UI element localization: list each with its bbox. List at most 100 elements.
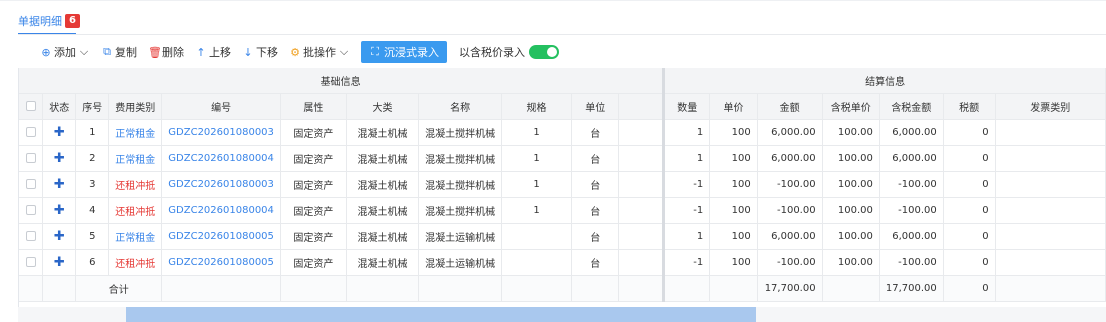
row-checkbox-cell[interactable] bbox=[19, 223, 44, 250]
row-tax: 0 bbox=[943, 145, 996, 172]
row-tax-amount: 6,000.00 bbox=[879, 145, 944, 172]
row-qty: 1 bbox=[663, 223, 711, 250]
row-category: 混凝土机械 bbox=[346, 145, 420, 172]
row-attribute: 固定资产 bbox=[280, 223, 347, 250]
row-status-cell[interactable]: ✚ bbox=[42, 197, 77, 224]
summary-cell bbox=[618, 275, 666, 302]
row-spec bbox=[501, 223, 572, 250]
row-checkbox[interactable] bbox=[25, 230, 36, 241]
row-attribute: 固定资产 bbox=[280, 197, 347, 224]
summary-cell bbox=[42, 275, 77, 302]
row-status-cell[interactable]: ✚ bbox=[42, 145, 77, 172]
plus-icon[interactable]: ✚ bbox=[54, 203, 65, 218]
row-checkbox[interactable] bbox=[25, 178, 36, 189]
table-row[interactable]: ✚ 2 正常租金 GDZC202601080004 固定资产 混凝土机械 混凝土搅拌机械 1 台… bbox=[19, 145, 1106, 172]
select-all-checkbox[interactable] bbox=[25, 100, 36, 111]
col-category: 大类 bbox=[346, 93, 420, 120]
move-down-button[interactable]: ↓ 下移 bbox=[242, 44, 278, 60]
plus-icon[interactable]: ✚ bbox=[54, 229, 65, 244]
add-label: 添加 bbox=[54, 46, 76, 59]
table-row[interactable]: ✚ 5 正常租金 GDZC202601080005 固定资产 混凝土机械 混凝土运输机械 台 1… bbox=[19, 223, 1106, 250]
summary-amount: 17,700.00 bbox=[757, 275, 823, 302]
row-qty: -1 bbox=[663, 197, 711, 224]
batch-operation-button[interactable]: ⚙ 批操作 ⌵ bbox=[289, 44, 350, 60]
tax-price-toggle[interactable] bbox=[529, 45, 559, 59]
row-blank bbox=[618, 249, 666, 276]
row-status-cell[interactable]: ✚ bbox=[42, 171, 77, 198]
immersive-entry-button[interactable]: ⛶ 沉浸式录入 bbox=[361, 41, 447, 63]
move-up-button[interactable]: ↑ 上移 bbox=[195, 44, 231, 60]
select-all-header[interactable] bbox=[19, 93, 44, 120]
tab-document-details[interactable]: 单据明细 6 bbox=[18, 8, 80, 34]
row-price: 100 bbox=[709, 145, 758, 172]
row-price: 100 bbox=[709, 119, 758, 146]
row-unit: 台 bbox=[571, 249, 620, 276]
plus-icon[interactable]: ✚ bbox=[54, 125, 65, 140]
plus-icon[interactable]: ✚ bbox=[54, 151, 65, 166]
row-tax: 0 bbox=[943, 223, 996, 250]
col-status: 状态 bbox=[42, 93, 77, 120]
row-code-link[interactable]: GDZC202601080004 bbox=[161, 197, 281, 224]
group-basic-info: 基础信息 bbox=[19, 68, 666, 94]
row-invoice-type bbox=[995, 249, 1106, 276]
row-amount: 6,000.00 bbox=[757, 119, 823, 146]
delete-button[interactable]: 🗑 删除 bbox=[148, 44, 184, 60]
row-checkbox-cell[interactable] bbox=[19, 119, 44, 146]
detail-table-grid: 基础信息 结算信息 状态 序号 费用类别 编号 属性 大类 名称 规格 单位 数… bbox=[19, 68, 1106, 302]
table-row[interactable]: ✚ 3 还租冲抵 GDZC202601080003 固定资产 混凝土机械 混凝土搅拌机械 1 台… bbox=[19, 171, 1106, 198]
summary-cell bbox=[709, 275, 758, 302]
row-tax-price: 100.00 bbox=[822, 119, 880, 146]
col-amount: 金额 bbox=[757, 93, 823, 120]
row-fee-type: 还租冲抵 bbox=[108, 249, 163, 276]
row-qty: 1 bbox=[663, 145, 711, 172]
col-code: 编号 bbox=[161, 93, 281, 120]
horizontal-scrollbar[interactable] bbox=[18, 307, 1106, 322]
row-spec: 1 bbox=[501, 119, 572, 146]
immersive-label: 沉浸式录入 bbox=[384, 46, 439, 59]
summary-row: 合计 17,700.00 17,700.00 0 bbox=[19, 275, 1106, 302]
row-seq: 2 bbox=[75, 145, 110, 172]
table-row[interactable]: ✚ 4 还租冲抵 GDZC202601080004 固定资产 混凝土机械 混凝土搅拌机械 1 台… bbox=[19, 197, 1106, 224]
row-qty: -1 bbox=[663, 171, 711, 198]
row-tax-price: 100.00 bbox=[822, 145, 880, 172]
tab-count-badge: 6 bbox=[65, 14, 80, 28]
expand-icon: ⛶ bbox=[371, 45, 379, 58]
row-blank bbox=[618, 119, 666, 146]
row-checkbox[interactable] bbox=[25, 126, 36, 137]
row-code-link[interactable]: GDZC202601080003 bbox=[161, 119, 281, 146]
row-code-link[interactable]: GDZC202601080005 bbox=[161, 223, 281, 250]
row-status-cell[interactable]: ✚ bbox=[42, 119, 77, 146]
copy-button[interactable]: ⧉ 复制 bbox=[101, 44, 137, 60]
row-amount: 6,000.00 bbox=[757, 145, 823, 172]
add-button[interactable]: ⊕ 添加 ⌵ bbox=[40, 44, 90, 60]
row-amount: -100.00 bbox=[757, 171, 823, 198]
row-attribute: 固定资产 bbox=[280, 249, 347, 276]
row-status-cell[interactable]: ✚ bbox=[42, 223, 77, 250]
row-checkbox[interactable] bbox=[25, 256, 36, 267]
row-checkbox[interactable] bbox=[25, 152, 36, 163]
row-checkbox-cell[interactable] bbox=[19, 171, 44, 198]
scrollbar-thumb[interactable] bbox=[126, 307, 756, 322]
plus-icon[interactable]: ✚ bbox=[54, 177, 65, 192]
row-tax-price: 100.00 bbox=[822, 223, 880, 250]
row-code-link[interactable]: GDZC202601080005 bbox=[161, 249, 281, 276]
table-row[interactable]: ✚ 1 正常租金 GDZC202601080003 固定资产 混凝土机械 混凝土搅拌机械 1 台… bbox=[19, 119, 1106, 146]
plus-icon[interactable]: ✚ bbox=[54, 255, 65, 270]
row-tax-price: 100.00 bbox=[822, 249, 880, 276]
tax-toggle-label: 以含税价录入 bbox=[459, 46, 525, 59]
row-checkbox-cell[interactable] bbox=[19, 197, 44, 224]
row-checkbox[interactable] bbox=[25, 204, 36, 215]
row-code-link[interactable]: GDZC202601080004 bbox=[161, 145, 281, 172]
row-checkbox-cell[interactable] bbox=[19, 249, 44, 276]
tab-divider bbox=[18, 34, 1106, 35]
col-blank bbox=[618, 93, 666, 120]
row-checkbox-cell[interactable] bbox=[19, 145, 44, 172]
row-amount: 6,000.00 bbox=[757, 223, 823, 250]
row-code-link[interactable]: GDZC202601080003 bbox=[161, 171, 281, 198]
table-row[interactable]: ✚ 6 还租冲抵 GDZC202601080005 固定资产 混凝土机械 混凝土运输机械 台 -… bbox=[19, 249, 1106, 276]
row-attribute: 固定资产 bbox=[280, 171, 347, 198]
summary-cell bbox=[501, 275, 572, 302]
col-tax-price: 含税单价 bbox=[822, 93, 880, 120]
row-status-cell[interactable]: ✚ bbox=[42, 249, 77, 276]
row-category: 混凝土机械 bbox=[346, 119, 420, 146]
